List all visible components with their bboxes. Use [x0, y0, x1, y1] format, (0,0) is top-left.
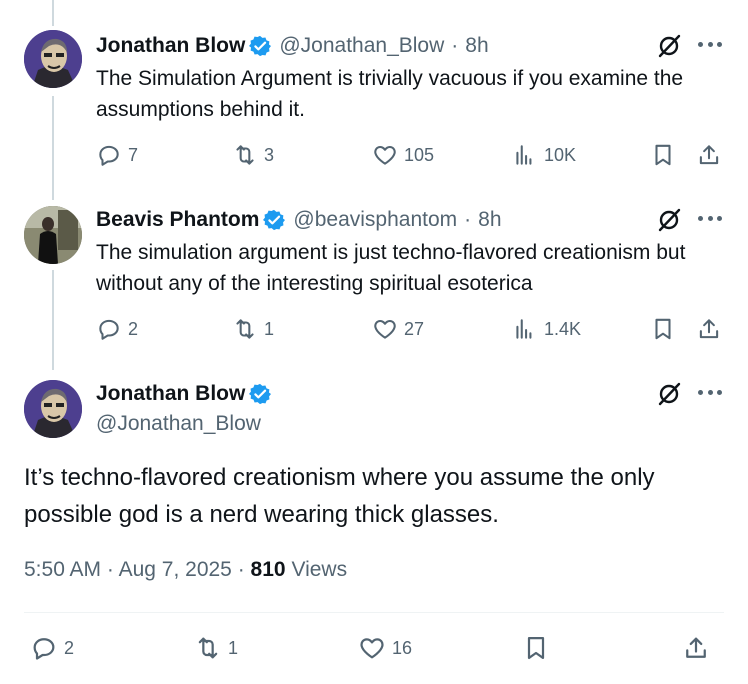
reply-button[interactable]: 7: [96, 142, 138, 168]
views-count: 10K: [544, 144, 577, 165]
like-count: 27: [404, 318, 425, 339]
tweet-text: The Simulation Argument is trivially vac…: [96, 67, 684, 121]
thread-line: [52, 270, 54, 370]
views-count: 1.4K: [544, 318, 582, 339]
reply-icon: [99, 319, 119, 340]
views-count: 810: [250, 558, 286, 581]
author-handle[interactable]: @Jonathan_Blow: [96, 412, 261, 436]
reply-button[interactable]: 2: [96, 316, 138, 342]
separator-dot: ·: [464, 208, 472, 231]
tweet-timestamp[interactable]: 8h: [465, 34, 488, 58]
post-time[interactable]: 5:50 AM: [24, 558, 101, 581]
heart-icon: [374, 145, 396, 165]
repost-icon: [198, 637, 218, 659]
grok-icon[interactable]: [656, 381, 682, 407]
heart-icon: [360, 638, 384, 659]
reply-button[interactable]: 2: [30, 634, 74, 662]
author-name[interactable]: Jonathan Blow: [96, 34, 245, 58]
tweet-header: Jonathan Blow @Jonathan_Blow · 8h: [96, 34, 489, 58]
like-count: 105: [404, 144, 435, 165]
repost-count: 1: [228, 637, 239, 658]
verified-badge-icon: [249, 383, 272, 405]
repost-icon: [236, 319, 254, 339]
views-button[interactable]: 1.4K: [512, 316, 581, 342]
tweet-text: The simulation argument is just techno-f…: [96, 241, 686, 295]
share-icon: [699, 145, 719, 165]
repost-button[interactable]: 1: [232, 316, 274, 342]
main-tweet-text: It’s techno-flavored creationism where y…: [24, 464, 655, 528]
main-handle-row: @Jonathan_Blow: [96, 412, 261, 436]
repost-icon: [236, 145, 254, 165]
author-name[interactable]: Beavis Phantom: [96, 208, 259, 232]
share-icon: [699, 319, 719, 339]
separator-dot: ·: [237, 558, 245, 581]
reply-count: 2: [64, 637, 75, 658]
avatar[interactable]: [24, 30, 82, 88]
like-button[interactable]: 27: [372, 316, 424, 342]
avatar[interactable]: [24, 206, 82, 264]
thread-line: [52, 0, 54, 26]
like-button[interactable]: 105: [372, 142, 434, 168]
like-button[interactable]: 16: [358, 634, 412, 662]
reply-count: 7: [128, 144, 139, 165]
bookmark-button[interactable]: [650, 142, 682, 168]
tweet-metadata: 5:50 AM · Aug 7, 2025 · 810 Views: [24, 558, 347, 582]
bookmark-button[interactable]: [650, 316, 682, 342]
divider: [24, 612, 724, 613]
bookmark-icon: [655, 144, 671, 166]
analytics-icon: [516, 319, 532, 339]
reply-icon: [33, 638, 55, 660]
grok-icon[interactable]: [656, 207, 682, 233]
share-button[interactable]: [696, 316, 728, 342]
separator-dot: ·: [106, 558, 114, 581]
post-date[interactable]: Aug 7, 2025: [119, 558, 232, 581]
share-icon: [686, 637, 706, 658]
share-button[interactable]: [682, 634, 716, 662]
like-count: 16: [392, 637, 413, 658]
bookmark-icon: [527, 636, 545, 660]
tweet-actions: 2 1 27 1.4K: [96, 316, 726, 346]
more-options-icon[interactable]: [698, 390, 722, 398]
reply-icon: [99, 145, 119, 166]
tweet-timestamp[interactable]: 8h: [478, 208, 501, 232]
verified-badge-icon: [263, 209, 286, 231]
repost-count: 3: [264, 144, 275, 165]
separator-dot: ·: [451, 34, 459, 57]
share-button[interactable]: [696, 142, 728, 168]
avatar[interactable]: [24, 380, 82, 438]
tweet-actions: 7 3 105 10K: [96, 142, 726, 172]
analytics-icon: [516, 145, 532, 165]
thread-line: [52, 96, 54, 200]
author-name[interactable]: Jonathan Blow: [96, 382, 245, 406]
views-button[interactable]: 10K: [512, 142, 576, 168]
verified-badge-icon: [249, 35, 272, 57]
repost-button[interactable]: 1: [194, 634, 238, 662]
repost-button[interactable]: 3: [232, 142, 274, 168]
views-label: Views: [291, 558, 348, 581]
grok-icon[interactable]: [656, 33, 682, 59]
repost-count: 1: [264, 318, 275, 339]
heart-icon: [374, 319, 396, 339]
bookmark-icon: [655, 318, 671, 340]
more-options-icon[interactable]: [698, 216, 722, 224]
author-handle[interactable]: @Jonathan_Blow: [279, 34, 444, 58]
reply-count: 2: [128, 318, 139, 339]
main-author-row: Jonathan Blow: [96, 382, 279, 406]
main-tweet-actions: 2 1 16: [30, 634, 720, 664]
bookmark-button[interactable]: [522, 634, 556, 662]
tweet-header: Beavis Phantom @beavisphantom · 8h: [96, 208, 502, 232]
more-options-icon[interactable]: [698, 42, 722, 50]
author-handle[interactable]: @beavisphantom: [293, 208, 457, 232]
